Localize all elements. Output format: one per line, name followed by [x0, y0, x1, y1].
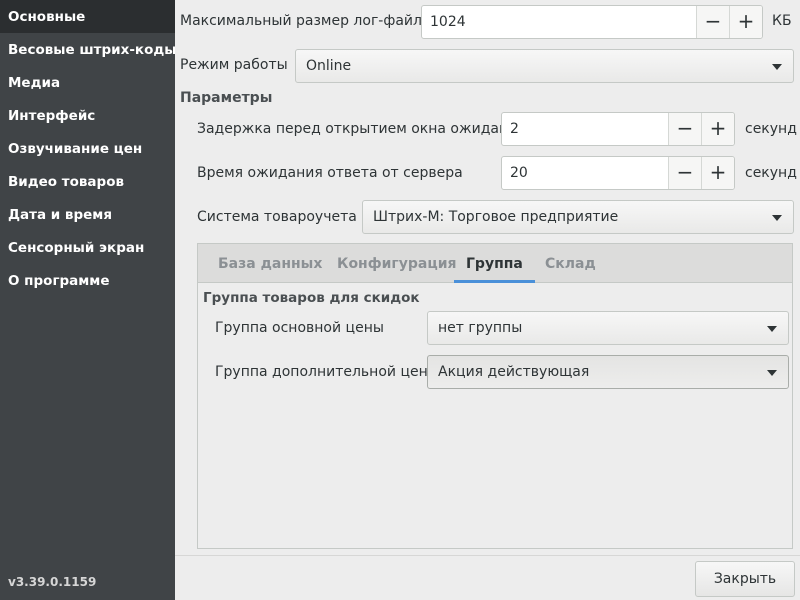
server-timeout-spinner: 20 − +: [501, 156, 735, 190]
log-size-unit: КБ: [772, 13, 792, 29]
footer-divider: [175, 555, 800, 556]
chevron-down-icon: [772, 215, 782, 221]
wait-delay-decrement-button[interactable]: −: [668, 113, 701, 145]
version-label: v3.39.0.1159: [8, 575, 97, 589]
tab-bar: База данных Конфигурация Группа Склад: [198, 244, 792, 283]
log-size-label: Максимальный размер лог-файла: [180, 13, 431, 29]
server-timeout-value[interactable]: 20: [502, 157, 668, 189]
wait-delay-spinner: 2 − +: [501, 112, 735, 146]
accounting-dropdown[interactable]: Штрих-М: Торговое предприятие: [362, 200, 794, 234]
sidebar-item-media[interactable]: Медиа: [0, 66, 175, 99]
tab-group[interactable]: Группа: [454, 244, 535, 283]
tab-database[interactable]: База данных: [218, 244, 322, 283]
log-size-value[interactable]: 1024: [422, 6, 696, 38]
extra-price-group-dropdown[interactable]: Акция действующая: [427, 355, 789, 389]
wait-delay-value[interactable]: 2: [502, 113, 668, 145]
log-size-decrement-button[interactable]: −: [696, 6, 729, 38]
server-timeout-increment-button[interactable]: +: [701, 157, 734, 189]
sidebar-item-weight-barcodes[interactable]: Весовые штрих-коды: [0, 33, 175, 66]
chevron-down-icon: [767, 370, 777, 376]
close-button[interactable]: Закрыть: [695, 561, 795, 597]
accounting-label: Система товароучета: [197, 209, 357, 225]
extra-price-group-label: Группа дополнительной цены: [215, 364, 439, 380]
server-timeout-unit: секунд: [745, 165, 797, 181]
mode-value: Online: [306, 58, 352, 74]
wait-delay-increment-button[interactable]: +: [701, 113, 734, 145]
extra-price-group-value: Акция действующая: [438, 364, 590, 380]
sidebar-item-general[interactable]: Основные: [0, 0, 175, 33]
log-size-spinner: 1024 − +: [421, 5, 763, 39]
chevron-down-icon: [767, 326, 777, 332]
log-size-increment-button[interactable]: +: [729, 6, 762, 38]
main-price-group-value: нет группы: [438, 320, 523, 336]
sidebar-item-price-voicing[interactable]: Озвучивание цен: [0, 132, 175, 165]
tab-panel: База данных Конфигурация Группа Склад Гр…: [197, 243, 793, 549]
mode-dropdown[interactable]: Online: [295, 49, 794, 83]
main-price-group-label: Группа основной цены: [215, 320, 384, 336]
tab-configuration[interactable]: Конфигурация: [337, 244, 457, 283]
tab-warehouse[interactable]: Склад: [545, 244, 596, 283]
main-price-group-dropdown[interactable]: нет группы: [427, 311, 789, 345]
sidebar-item-product-video[interactable]: Видео товаров: [0, 165, 175, 198]
params-header: Параметры: [180, 90, 273, 106]
sidebar-item-touchscreen[interactable]: Сенсорный экран: [0, 231, 175, 264]
server-timeout-decrement-button[interactable]: −: [668, 157, 701, 189]
settings-main: Максимальный размер лог-файла 1024 − + К…: [175, 0, 800, 600]
sidebar-item-date-time[interactable]: Дата и время: [0, 198, 175, 231]
group-tab-header: Группа товаров для скидок: [203, 290, 420, 306]
wait-delay-unit: секунд: [745, 121, 797, 137]
server-timeout-label: Время ожидания ответа от сервера: [197, 165, 463, 181]
wait-delay-label: Задержка перед открытием окна ожидания: [197, 121, 526, 137]
mode-label: Режим работы: [180, 57, 288, 73]
sidebar-item-about[interactable]: О программе: [0, 264, 175, 297]
chevron-down-icon: [772, 64, 782, 70]
accounting-value: Штрих-М: Торговое предприятие: [373, 209, 619, 225]
sidebar: Основные Весовые штрих-коды Медиа Интерф…: [0, 0, 175, 600]
sidebar-item-interface[interactable]: Интерфейс: [0, 99, 175, 132]
